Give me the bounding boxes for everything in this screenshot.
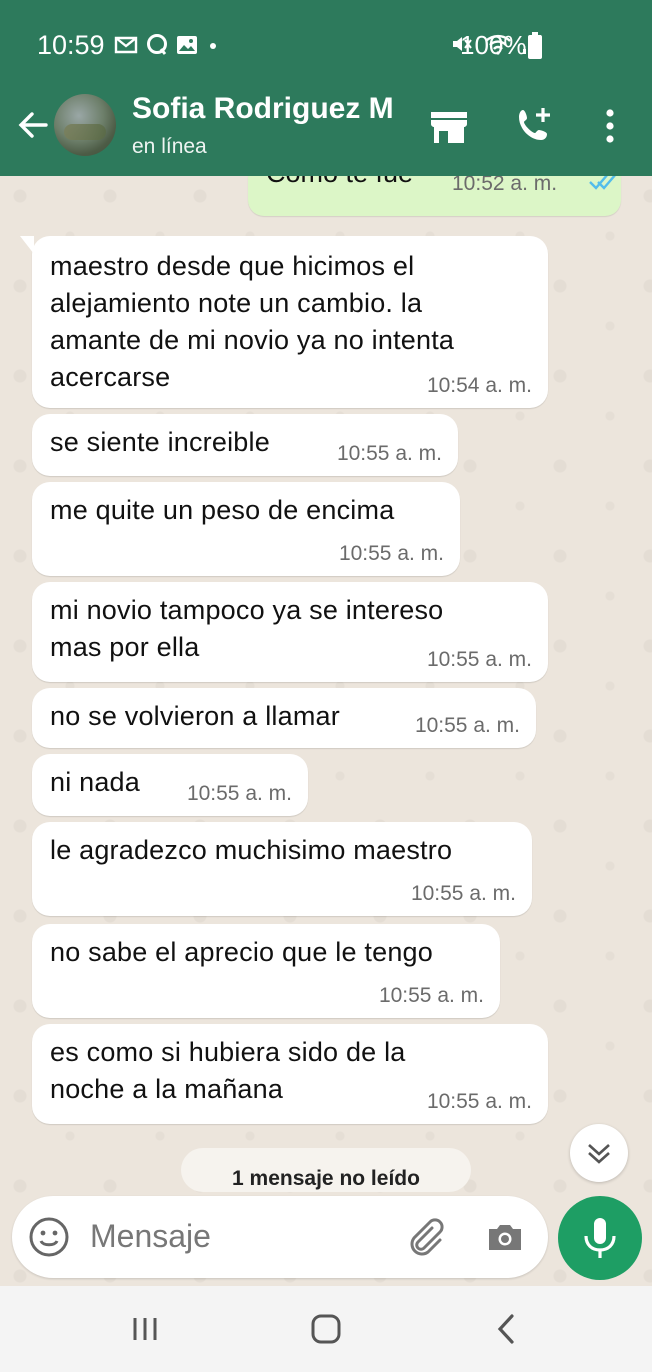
mic-icon	[584, 1218, 616, 1258]
message-composer[interactable]: Mensaje	[12, 1196, 548, 1278]
incoming-message[interactable]: es como si hubiera sido de la noche a la…	[32, 1024, 548, 1124]
incoming-message[interactable]: maestro desde que hicimos el alejamiento…	[20, 236, 548, 408]
message-time: 10:52 a. m.	[452, 176, 558, 195]
message-text: me quite un peso de encima	[50, 495, 395, 525]
gallery-icon	[177, 36, 197, 54]
scroll-to-bottom-button[interactable]	[570, 1124, 628, 1182]
message-time: 10:55 a. m.	[426, 1090, 532, 1113]
incoming-message[interactable]: no sabe el aprecio que le tengo 10:55 a.…	[32, 924, 500, 1018]
incoming-message[interactable]: me quite un peso de encima 10:55 a. m.	[32, 482, 460, 576]
message-time: 10:55 a. m.	[336, 442, 442, 465]
message-time: 10:55 a. m.	[426, 648, 532, 671]
message-time: 10:55 a. m.	[186, 782, 292, 805]
more-vert-icon[interactable]	[588, 104, 632, 148]
message-time: 10:54 a. m.	[426, 374, 532, 397]
recents-icon[interactable]	[128, 1312, 162, 1346]
contact-avatar[interactable]	[54, 94, 116, 156]
status-bar: 10:59 100%	[0, 0, 652, 80]
contact-name[interactable]: Sofia Rodriguez M	[132, 92, 394, 126]
battery-icon	[528, 32, 542, 59]
attach-icon[interactable]	[404, 1216, 446, 1258]
message-text: no sabe el aprecio que le tengo	[50, 937, 433, 967]
home-icon[interactable]	[309, 1312, 343, 1346]
contact-status: en línea	[132, 135, 207, 158]
message-time: 10:55 a. m.	[414, 714, 520, 737]
incoming-message[interactable]: no se volvieron a llamar 10:55 a. m.	[32, 688, 536, 748]
voice-record-button[interactable]	[558, 1196, 642, 1280]
battery-percentage: 100%	[460, 30, 527, 60]
back-icon[interactable]	[490, 1312, 524, 1346]
emoji-icon[interactable]	[28, 1216, 70, 1258]
message-time: 10:55 a. m.	[338, 542, 444, 565]
read-ticks-icon	[589, 176, 616, 190]
store-icon[interactable]	[427, 104, 471, 148]
gmail-icon	[114, 36, 138, 54]
add-call-icon[interactable]	[513, 104, 557, 148]
camera-icon[interactable]	[484, 1216, 526, 1258]
status-notification-icons	[114, 34, 220, 56]
outgoing-message[interactable]: Como te fue 10:52 a. m.	[248, 176, 621, 216]
message-text: le agradezco muchisimo maestro	[50, 835, 453, 865]
back-arrow-icon[interactable]	[16, 108, 50, 142]
status-time: 10:59	[37, 30, 105, 60]
incoming-message[interactable]: se siente increible 10:55 a. m.	[32, 414, 458, 476]
message-text: Como te fue	[266, 176, 413, 189]
dot-icon	[210, 43, 216, 49]
incoming-message[interactable]: mi novio tampoco ya se intereso mas por …	[32, 582, 548, 682]
incoming-message[interactable]: ni nada 10:55 a. m.	[32, 754, 308, 816]
message-icon	[147, 34, 167, 55]
app-header: 10:59 100% Sofia Rodriguez M en línea	[0, 0, 652, 176]
message-time: 10:55 a. m.	[378, 984, 484, 1007]
chevron-double-down-icon	[588, 1144, 610, 1164]
message-time: 10:55 a. m.	[410, 882, 516, 905]
message-input[interactable]: Mensaje	[90, 1218, 211, 1255]
unread-messages-banner: 1 mensaje no leído	[181, 1148, 471, 1192]
chat-area[interactable]: Como te fue 10:52 a. m. maestro desde qu…	[0, 176, 652, 1286]
incoming-message[interactable]: le agradezco muchisimo maestro 10:55 a. …	[32, 822, 532, 916]
